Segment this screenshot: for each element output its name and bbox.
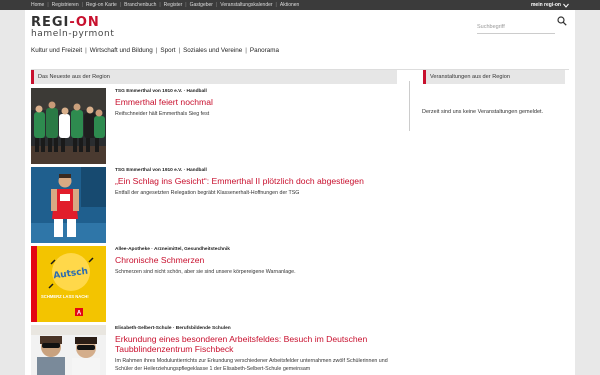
chevron-down-icon bbox=[563, 3, 569, 8]
topnav-veranstaltungskalender[interactable]: Veranstaltungskalender bbox=[220, 2, 272, 8]
top-navigation: Home | Registrieren | Regi-on Karte | Branc… bbox=[31, 2, 300, 8]
logo-subtitle: hameln-pyrmont bbox=[31, 29, 115, 39]
article-teaser: Reifschneider hält Emmerthals Sieg fest bbox=[115, 111, 210, 117]
article-image-handball-player[interactable] bbox=[31, 167, 106, 243]
my-region-label: mein regi-on bbox=[530, 2, 561, 8]
article-title[interactable]: Erkundung eines besonderen Arbeitsfeldes… bbox=[115, 334, 397, 354]
events-section-heading: Veranstaltungen aus der Region bbox=[423, 70, 565, 84]
news-article[interactable]: TSG Emmerthal von 1910 e.V. · Handball E… bbox=[31, 88, 397, 164]
logo-on: ON bbox=[75, 15, 100, 30]
site-logo[interactable]: REGI-ON hameln-pyrmont bbox=[31, 16, 114, 39]
search-icon[interactable] bbox=[557, 16, 567, 26]
topnav-registrieren[interactable]: Registrieren bbox=[52, 2, 79, 8]
nav-wirtschaft-und-bildung[interactable]: Wirtschaft und Bildung bbox=[90, 47, 153, 54]
article-category[interactable]: Allee-Apotheke · Arzneimittel, Gesundhei… bbox=[115, 246, 397, 253]
news-article[interactable]: Elisabeth-Selbert-Schule · Berufsbildend… bbox=[31, 325, 397, 375]
news-article[interactable]: Autsch SCHMERZ LASS NACH! A Allee-Apothe… bbox=[31, 246, 397, 322]
news-article[interactable]: TSG Emmerthal von 1910 e.V. · Handball „… bbox=[31, 167, 397, 243]
article-teaser: Im Rahmen ihres Moduluntierrichts zur Er… bbox=[115, 358, 388, 372]
article-image-handball-team[interactable] bbox=[31, 88, 106, 164]
page: REGI-ON hameln-pyrmont Kultur und Freize… bbox=[25, 10, 575, 375]
my-region-menu[interactable]: mein regi-on bbox=[531, 1, 569, 9]
article-title[interactable]: „Ein Schlag ins Gesicht“: Emmerthal II p… bbox=[115, 176, 397, 186]
top-bar: Home | Registrieren | Regi-on Karte | Branc… bbox=[0, 0, 600, 10]
thumb-caption: SCHMERZ LASS NACH! bbox=[41, 294, 89, 299]
topnav-home[interactable]: Home bbox=[31, 2, 44, 8]
nav-panorama[interactable]: Panorama bbox=[250, 47, 279, 54]
search-input[interactable] bbox=[477, 21, 555, 34]
article-teaser: Schmerzen sind nicht schön, aber sie sin… bbox=[115, 269, 296, 275]
article-title[interactable]: Chronische Schmerzen bbox=[115, 255, 397, 265]
article-category[interactable]: TSG Emmerthal von 1910 e.V. · Handball bbox=[115, 167, 397, 174]
article-category[interactable]: Elisabeth-Selbert-Schule · Berufsbildend… bbox=[115, 325, 397, 332]
events-empty-text: Derzeit sind uns keine Veranstaltungen g… bbox=[422, 109, 544, 115]
column-divider bbox=[409, 81, 410, 131]
topnav-gastgeber[interactable]: Gastgeber bbox=[190, 2, 213, 8]
topnav-aktionen[interactable]: Aktionen bbox=[280, 2, 299, 8]
topnav-regi-on-karte[interactable]: Regi-on Karte bbox=[86, 2, 117, 8]
nav-kultur-und-freizeit[interactable]: Kultur und Freizeit bbox=[31, 47, 82, 54]
nav-sport[interactable]: Sport bbox=[160, 47, 175, 54]
article-image-pharmacy-poster[interactable]: Autsch SCHMERZ LASS NACH! A bbox=[31, 246, 106, 322]
article-image-students-glasses[interactable] bbox=[31, 325, 106, 375]
search-box bbox=[477, 15, 569, 34]
svg-text:A: A bbox=[77, 311, 82, 317]
nav-soziales-und-vereine[interactable]: Soziales und Vereine bbox=[183, 47, 242, 54]
article-teaser: Entfall der angesetzten Relegation begrä… bbox=[115, 190, 300, 196]
topnav-register[interactable]: Register bbox=[164, 2, 183, 8]
article-title[interactable]: Emmerthal feiert nochmal bbox=[115, 97, 397, 107]
article-category[interactable]: TSG Emmerthal von 1910 e.V. · Handball bbox=[115, 88, 397, 95]
main-navigation: Kultur und Freizeit | Wirtschaft und Bild… bbox=[31, 47, 279, 54]
topnav-branchenbuch[interactable]: Branchenbuch bbox=[124, 2, 156, 8]
news-section-heading: Das Neueste aus der Region bbox=[31, 70, 397, 84]
logo-regi: REGI bbox=[31, 15, 70, 30]
